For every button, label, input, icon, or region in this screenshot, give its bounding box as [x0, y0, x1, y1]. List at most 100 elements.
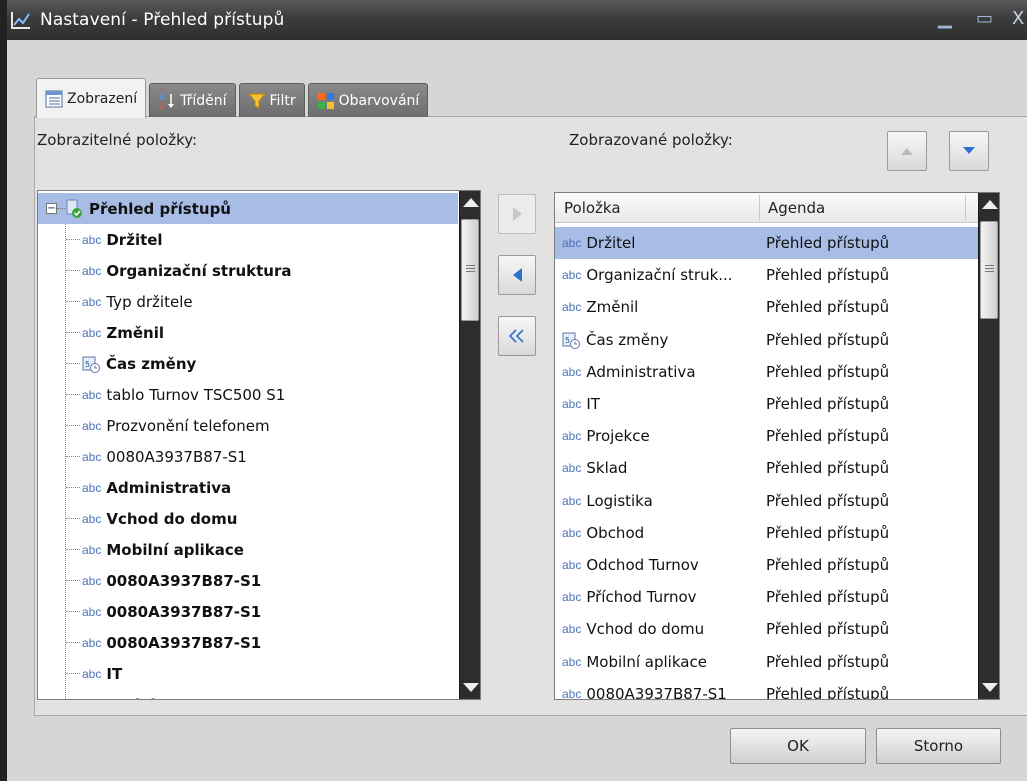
tab-trideni[interactable]: A Z Třídění — [149, 83, 236, 117]
item-cell: abc Vchod do domu — [562, 620, 704, 638]
tree-connector — [66, 518, 80, 519]
close-button[interactable]: X — [1012, 10, 1024, 28]
tree-item[interactable]: abc 0080A3937B87-S1 — [66, 565, 261, 596]
table-row[interactable]: abc Příchod Turnov Přehled přístupů — [555, 581, 978, 613]
scroll-up-icon[interactable] — [982, 200, 998, 209]
title-bar: Nastavení - Přehled přístupů ▁ ▭ X — [0, 0, 1027, 40]
table-row[interactable]: 5 Čas změny Přehled přístupů — [555, 324, 978, 356]
tree-item[interactable]: abc Mobilní aplikace — [66, 534, 244, 565]
text-type-icon: abc — [562, 268, 582, 283]
move-up-button[interactable] — [887, 131, 927, 171]
tab-filtr[interactable]: Filtr — [238, 83, 305, 117]
table-row[interactable]: abc Organizační struk... Přehled přístupů — [555, 259, 978, 291]
tab-obarvovani[interactable]: Obarvování — [307, 83, 429, 117]
displayed-items-table[interactable]: Položka Agenda abc Držitel Přehled přístup… — [554, 192, 1000, 700]
svg-text:5: 5 — [565, 336, 570, 345]
item-cell: abc Obchod — [562, 524, 644, 542]
tree-item[interactable]: abc Organizační struktura — [66, 255, 292, 286]
available-items-label: Zobrazitelné položky: — [37, 131, 198, 149]
table-row[interactable]: abc Administrativa Přehled přístupů — [555, 356, 978, 388]
column-header-agenda[interactable]: Agenda — [768, 199, 825, 217]
scroll-down-icon[interactable] — [463, 683, 479, 692]
remove-item-button[interactable] — [498, 255, 536, 295]
item-cell: abc Změnil — [562, 298, 638, 316]
table-row[interactable]: abc IT Přehled přístupů — [555, 388, 978, 420]
funnel-icon — [247, 93, 266, 109]
tree-item[interactable]: abc IT — [66, 658, 122, 689]
left-scrollbar[interactable] — [459, 191, 480, 699]
scroll-thumb[interactable] — [461, 219, 479, 321]
agenda-cell: Přehled přístupů — [766, 684, 890, 700]
tree-item[interactable]: abc 0080A3937B87-S1 — [66, 596, 261, 627]
scroll-down-icon[interactable] — [982, 683, 998, 692]
item-cell: 5 Čas změny — [562, 331, 668, 349]
tree-item[interactable]: abc Držitel — [66, 224, 163, 255]
item-name: Odchod Turnov — [586, 556, 699, 574]
tree-connector — [66, 673, 80, 674]
move-down-button[interactable] — [949, 131, 989, 171]
text-type-icon: abc — [82, 294, 102, 309]
item-name: Změnil — [586, 298, 639, 317]
tab-strip: Zobrazení A Z Třídění Filtr Obarvování — [36, 77, 431, 118]
agenda-cell: Přehled přístupů — [766, 298, 890, 317]
add-item-button[interactable] — [498, 194, 536, 234]
right-scrollbar[interactable] — [978, 193, 999, 699]
scroll-up-icon[interactable] — [463, 198, 479, 207]
datetime-icon: 5 — [82, 356, 100, 373]
collapse-toggle-icon[interactable]: − — [46, 203, 57, 214]
item-name: Obchod — [586, 523, 645, 542]
agenda-cell: Přehled přístupů — [766, 588, 890, 607]
agenda-cell: Přehled přístupů — [766, 395, 890, 413]
tab-zobrazeni[interactable]: Zobrazení — [36, 78, 147, 118]
tree-item-label: Prozvonění telefonem — [106, 416, 270, 435]
text-type-icon: abc — [82, 418, 102, 433]
tree-item[interactable]: abc tablo Turnov TSC500 S1 — [66, 379, 285, 410]
table-row[interactable]: abc 0080A3937B87-S1 Přehled přístupů — [555, 678, 978, 700]
tree-item[interactable]: abc 0080A3937B87-S1 — [66, 627, 261, 658]
maximize-button[interactable]: ▭ — [976, 10, 993, 28]
tree-item[interactable]: abc Vchod do domu — [66, 503, 237, 534]
tree-item[interactable]: abc Projekce — [66, 689, 179, 700]
ok-button[interactable]: OK — [730, 728, 866, 764]
table-row[interactable]: abc Odchod Turnov Přehled přístupů — [555, 549, 978, 581]
table-row[interactable]: abc Změnil Přehled přístupů — [555, 291, 978, 323]
tree-item-label: 0080A3937B87-S1 — [106, 602, 262, 621]
tree-item-label: Administrativa — [106, 478, 232, 497]
tree-item[interactable]: abc Prozvonění telefonem — [66, 410, 270, 441]
tree-item[interactable]: abc 0080A3937B87-S1 — [66, 441, 247, 472]
tree-root[interactable]: − Přehled přístupů — [38, 193, 458, 224]
item-name: Logistika — [586, 491, 653, 510]
tree-item[interactable]: abc Typ držitele — [66, 286, 193, 317]
double-arrow-left-icon — [508, 329, 524, 343]
remove-all-button[interactable] — [498, 316, 536, 356]
table-row[interactable]: abc Mobilní aplikace Přehled přístupů — [555, 646, 978, 678]
tree-item[interactable]: abc Administrativa — [66, 472, 231, 503]
tree-item[interactable]: 5 Čas změny — [66, 348, 196, 379]
svg-text:Z: Z — [159, 102, 165, 110]
text-type-icon: abc — [82, 325, 102, 340]
column-header-item[interactable]: Položka — [564, 199, 621, 217]
item-cell: abc Projekce — [562, 427, 650, 445]
datetime-icon: 5 — [562, 332, 580, 349]
table-row[interactable]: abc Vchod do domu Přehled přístupů — [555, 613, 978, 645]
scroll-thumb[interactable] — [980, 221, 998, 319]
available-items-tree[interactable]: − Přehled přístupů abc Držitel abc Organiza… — [37, 190, 481, 700]
table-row[interactable]: abc Držitel Přehled přístupů — [555, 227, 978, 259]
tree-connector — [66, 425, 80, 426]
minimize-button[interactable]: ▁ — [938, 10, 952, 28]
cancel-button[interactable]: Storno — [876, 728, 1001, 764]
text-type-icon: abc — [562, 590, 582, 605]
agenda-cell: Přehled přístupů — [766, 620, 890, 639]
table-row[interactable]: abc Obchod Přehled přístupů — [555, 517, 978, 549]
svg-text:A: A — [159, 93, 165, 102]
arrow-down-icon — [963, 147, 975, 154]
table-row[interactable]: abc Projekce Přehled přístupů — [555, 420, 978, 452]
column-separator[interactable] — [965, 195, 966, 221]
table-row[interactable]: abc Logistika Přehled přístupů — [555, 485, 978, 517]
table-row[interactable]: abc Sklad Přehled přístupů — [555, 452, 978, 484]
column-separator[interactable] — [759, 195, 760, 221]
agenda-cell: Přehled přístupů — [766, 330, 890, 349]
tree-item[interactable]: abc Změnil — [66, 317, 164, 348]
list-icon — [45, 90, 63, 107]
item-name: Administrativa — [586, 362, 696, 381]
